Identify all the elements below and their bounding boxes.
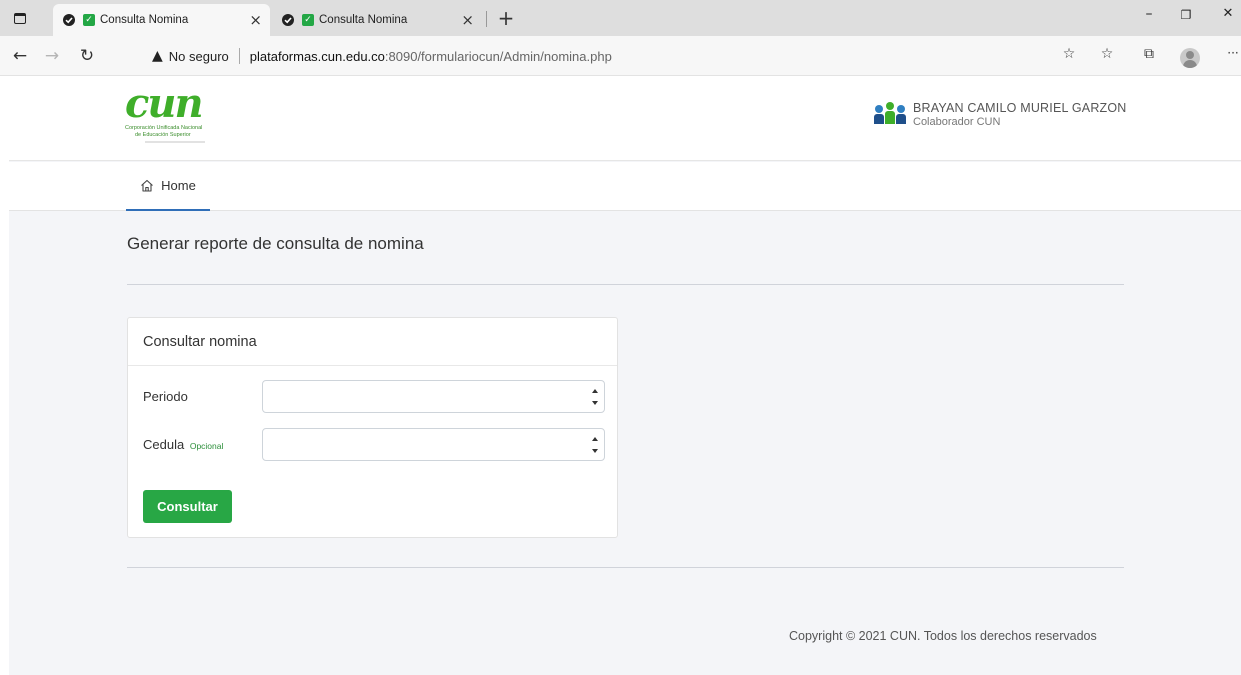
cun-logo[interactable]: cun Corporación Unificada Nacional de Ed…	[125, 83, 235, 155]
check-badge-icon: ✓	[83, 14, 95, 26]
tab-separator	[486, 11, 487, 27]
cedula-input[interactable]	[262, 428, 605, 461]
settings-menu-icon[interactable]: ···	[1222, 46, 1241, 60]
consultar-button[interactable]: Consultar	[143, 490, 232, 523]
security-status[interactable]: No seguro	[169, 49, 229, 64]
nav-home-label: Home	[161, 178, 196, 193]
periodo-stepper[interactable]	[592, 389, 598, 405]
forward-button[interactable]: →	[40, 45, 64, 67]
footer-copyright: Copyright © 2021 CUN. Todos los derechos…	[789, 629, 1097, 643]
cedula-label-group: Cedula Opcional	[143, 437, 223, 452]
consulta-card: Consultar nomina Periodo Cedula Opcional…	[127, 317, 618, 538]
home-icon	[140, 179, 154, 192]
web-page: cun Corporación Unificada Nacional de Ed…	[9, 77, 1241, 675]
card-title: Consultar nomina	[128, 318, 617, 366]
reload-button[interactable]: ↻	[75, 45, 99, 67]
shield-favicon-icon	[280, 12, 296, 28]
optional-tag: Opcional	[189, 441, 224, 451]
periodo-label: Periodo	[143, 389, 188, 404]
logo-tagline-mark	[145, 141, 205, 143]
nav-item-home[interactable]: Home	[126, 162, 210, 211]
shield-favicon-icon	[61, 12, 77, 28]
url-separator	[238, 48, 240, 64]
tab-title: Consulta Nomina	[100, 14, 189, 26]
cedula-stepper[interactable]	[592, 437, 598, 453]
check-badge-icon: ✓	[302, 14, 314, 26]
user-role: Colaborador CUN	[913, 116, 1001, 128]
user-info[interactable]: BRAYAN CAMILO MURIEL GARZON Colaborador …	[873, 101, 1127, 128]
url-path: :8090/formulariocun/Admin/nomina.php	[384, 48, 612, 64]
page-title: Generar reporte de consulta de nomina	[127, 234, 424, 253]
user-name: BRAYAN CAMILO MURIEL GARZON	[913, 101, 1127, 115]
favorites-icon[interactable]: ☆	[1096, 46, 1118, 62]
window-edge	[0, 0, 9, 675]
collections-icon[interactable]: ⧉	[1138, 46, 1160, 62]
browser-tab-bar: ✓ Consulta Nomina × ✓ Consulta Nomina × …	[0, 0, 1241, 36]
tab-title: Consulta Nomina	[319, 14, 408, 26]
tab-actions-icon[interactable]	[10, 9, 30, 27]
tab-consulta-nomina-active[interactable]: ✓ Consulta Nomina ×	[53, 4, 270, 36]
url-host: plataformas.cun.edu.co	[249, 48, 385, 64]
profile-avatar-icon[interactable]	[1180, 48, 1200, 68]
minimize-button[interactable]: –	[1134, 6, 1164, 22]
back-button[interactable]: ←	[8, 45, 32, 67]
tab-close-icon[interactable]: ×	[461, 11, 474, 29]
divider-top	[127, 284, 1124, 285]
cedula-label: Cedula	[143, 437, 185, 452]
url-field[interactable]: ▲ No seguro plataformas.cun.edu.co:8090/…	[140, 42, 1205, 70]
warning-triangle-icon: ▲	[152, 48, 163, 64]
restore-button[interactable]: ❐	[1171, 8, 1201, 22]
team-users-icon	[873, 101, 907, 127]
logo-wordmark: cun	[125, 80, 204, 127]
close-window-button[interactable]: ✕	[1213, 6, 1241, 21]
site-header: cun Corporación Unificada Nacional de Ed…	[9, 77, 1241, 161]
divider-bottom	[127, 567, 1124, 568]
tab-consulta-nomina[interactable]: ✓ Consulta Nomina ×	[272, 4, 482, 36]
logo-line-2: de Educación Superior	[135, 131, 191, 138]
periodo-input[interactable]	[262, 380, 605, 413]
add-favorite-icon[interactable]: ☆	[1058, 46, 1080, 62]
tab-close-icon[interactable]: ×	[249, 11, 262, 29]
new-tab-button[interactable]: +	[494, 6, 518, 30]
site-navbar: Home	[9, 162, 1241, 211]
browser-address-bar: ← → ↻ ▲ No seguro plataformas.cun.edu.co…	[0, 36, 1241, 76]
